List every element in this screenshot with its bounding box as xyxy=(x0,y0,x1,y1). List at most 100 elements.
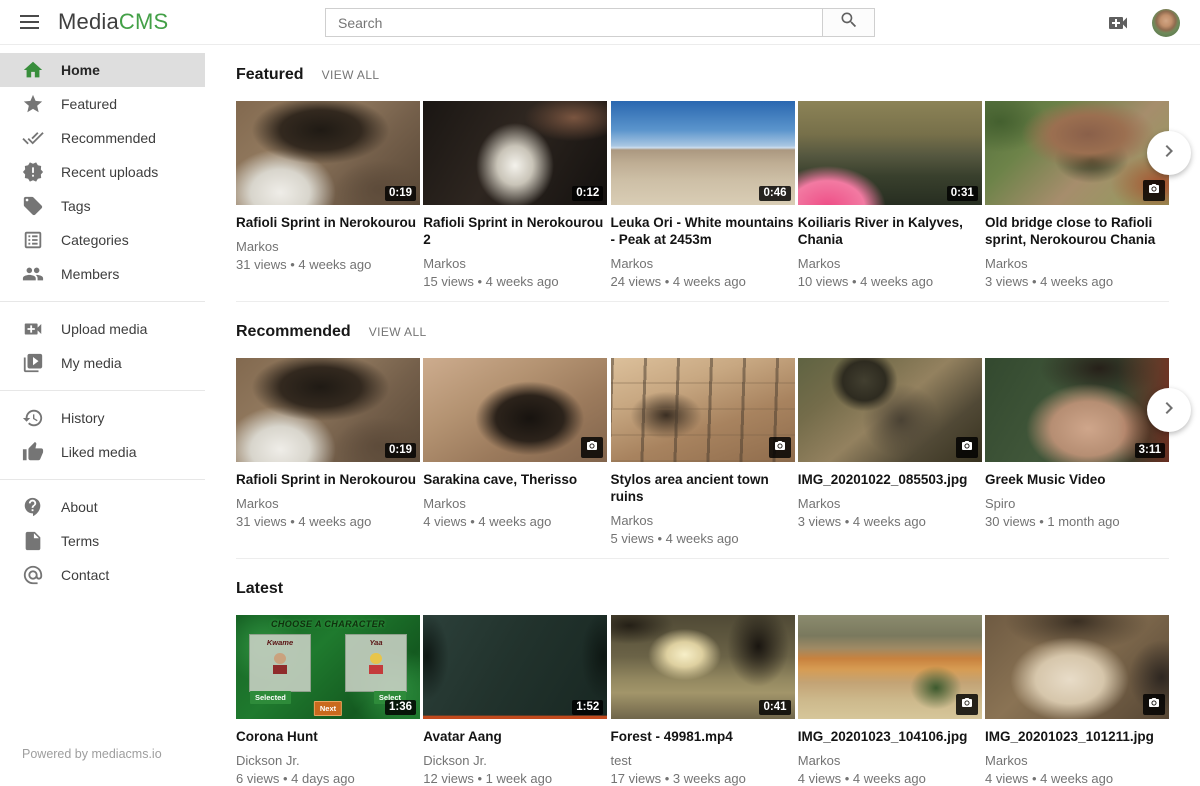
media-card: Stylos area ancient town ruins Markos 5 vi… xyxy=(611,358,795,546)
search-input[interactable] xyxy=(325,8,822,37)
media-title[interactable]: IMG_20201023_101211.jpg xyxy=(985,728,1169,745)
media-thumbnail[interactable] xyxy=(611,358,795,462)
sidebar-item-my-media[interactable]: My media xyxy=(0,346,205,380)
photo-badge xyxy=(581,437,603,459)
media-author[interactable]: Markos xyxy=(423,256,607,271)
search-button[interactable] xyxy=(822,8,875,37)
star-icon xyxy=(22,93,44,115)
media-title[interactable]: Leuka Ori - White mountains - Peak at 24… xyxy=(611,214,795,248)
media-thumbnail[interactable] xyxy=(985,101,1169,205)
sidebar-item-label: Tags xyxy=(61,198,91,214)
sidebar-item-contact[interactable]: Contact xyxy=(0,558,205,592)
media-thumbnail[interactable]: CHOOSE A CHARACTERKwameYaaSelectedNextSe… xyxy=(236,615,420,719)
media-author[interactable]: Markos xyxy=(798,753,982,768)
media-card: 0:31 Koiliaris River in Kalyves, Chania Ma… xyxy=(798,101,982,289)
selected-button-label: Selected xyxy=(250,691,291,704)
chevron-right-icon xyxy=(1157,396,1181,425)
sidebar-item-categories[interactable]: Categories xyxy=(0,223,205,257)
duration-badge: 3:11 xyxy=(1135,443,1165,459)
media-author[interactable]: Dickson Jr. xyxy=(423,753,607,768)
media-card: 0:46 Leuka Ori - White mountains - Peak a… xyxy=(611,101,795,289)
avatar[interactable] xyxy=(1152,9,1180,37)
media-author[interactable]: Markos xyxy=(611,513,795,528)
media-title[interactable]: Corona Hunt xyxy=(236,728,420,745)
media-author[interactable]: Dickson Jr. xyxy=(236,753,420,768)
media-meta: 15 views • 4 weeks ago xyxy=(423,274,607,289)
photo-badge xyxy=(1143,180,1165,202)
media-thumbnail[interactable]: 0:46 xyxy=(611,101,795,205)
media-meta: 10 views • 4 weeks ago xyxy=(798,274,982,289)
media-title[interactable]: Koiliaris River in Kalyves, Chania xyxy=(798,214,982,248)
media-meta: 5 views • 4 weeks ago xyxy=(611,531,795,546)
help-icon xyxy=(22,496,44,518)
thumb-up-icon xyxy=(22,441,44,463)
media-thumbnail[interactable]: 0:19 xyxy=(236,358,420,462)
sidebar-item-upload-media[interactable]: Upload media xyxy=(0,312,205,346)
media-author[interactable]: Spiro xyxy=(985,496,1169,511)
media-card: IMG_20201022_085503.jpgMarkos3 views • 4… xyxy=(798,358,982,529)
media-author[interactable]: Markos xyxy=(236,239,420,254)
media-title[interactable]: Old bridge close to Rafioli sprint, Nero… xyxy=(985,214,1169,248)
sidebar-item-label: Recent uploads xyxy=(61,164,158,180)
camera-icon xyxy=(774,440,786,456)
media-card: IMG_20201023_104106.jpgMarkos4 views • 4… xyxy=(798,615,982,786)
upload-media-icon[interactable] xyxy=(1106,11,1130,35)
media-thumbnail[interactable]: 1:52 xyxy=(423,615,607,719)
media-thumbnail[interactable]: 0:31 xyxy=(798,101,982,205)
tag-icon xyxy=(22,195,44,217)
next-button[interactable] xyxy=(1147,131,1191,175)
media-thumbnail[interactable] xyxy=(798,615,982,719)
sidebar-item-members[interactable]: Members xyxy=(0,257,205,291)
sidebar-item-label: Liked media xyxy=(61,444,137,460)
media-title[interactable]: Rafioli Sprint in Nerokourou xyxy=(236,214,420,231)
media-thumbnail[interactable]: 0:41 xyxy=(611,615,795,719)
sidebar-item-label: Home xyxy=(61,62,100,78)
media-meta: 24 views • 4 weeks ago xyxy=(611,274,795,289)
media-author[interactable]: test xyxy=(611,753,795,768)
media-title[interactable]: Sarakina cave, Therisso xyxy=(423,471,607,488)
media-thumbnail[interactable] xyxy=(798,358,982,462)
sidebar-item-featured[interactable]: Featured xyxy=(0,87,205,121)
next-button[interactable] xyxy=(1147,388,1191,432)
media-title[interactable]: Greek Music Video xyxy=(985,471,1169,488)
media-thumbnail[interactable]: 3:11 xyxy=(985,358,1169,462)
sidebar-item-recent-uploads[interactable]: Recent uploads xyxy=(0,155,205,189)
view-all-link[interactable]: VIEW ALL xyxy=(322,68,380,82)
media-author[interactable]: Markos xyxy=(423,496,607,511)
media-thumbnail[interactable] xyxy=(985,615,1169,719)
sidebar-item-label: Categories xyxy=(61,232,129,248)
sidebar-item-liked-media[interactable]: Liked media xyxy=(0,435,205,469)
media-title[interactable]: Forest - 49981.mp4 xyxy=(611,728,795,745)
media-author[interactable]: Markos xyxy=(611,256,795,271)
media-thumbnail[interactable]: 0:19 xyxy=(236,101,420,205)
sidebar-item-label: Featured xyxy=(61,96,117,112)
media-title[interactable]: Avatar Aang xyxy=(423,728,607,745)
sidebar-item-home[interactable]: Home xyxy=(0,53,205,87)
media-meta: 3 views • 4 weeks ago xyxy=(985,274,1169,289)
media-title[interactable]: Stylos area ancient town ruins xyxy=(611,471,795,505)
view-all-link[interactable]: VIEW ALL xyxy=(369,325,427,339)
sidebar-nav: Home Featured Recommended Recent uploads Tag… xyxy=(0,53,205,592)
sidebar-item-terms[interactable]: Terms xyxy=(0,524,205,558)
sidebar-item-recommended[interactable]: Recommended xyxy=(0,121,205,155)
media-title[interactable]: Rafioli Sprint in Nerokourou xyxy=(236,471,420,488)
photo-badge xyxy=(956,437,978,459)
media-title[interactable]: IMG_20201022_085503.jpg xyxy=(798,471,982,488)
media-author[interactable]: Markos xyxy=(985,256,1169,271)
media-author[interactable]: Markos xyxy=(236,496,420,511)
media-thumbnail[interactable] xyxy=(423,358,607,462)
sidebar-item-about[interactable]: About xyxy=(0,490,205,524)
media-title[interactable]: IMG_20201023_104106.jpg xyxy=(798,728,982,745)
menu-icon[interactable] xyxy=(20,15,39,29)
sidebar-item-tags[interactable]: Tags xyxy=(0,189,205,223)
logo[interactable]: MediaCMS xyxy=(58,9,168,35)
media-card: Sarakina cave, TherissoMarkos4 views • 4… xyxy=(423,358,607,529)
sidebar-item-history[interactable]: History xyxy=(0,401,205,435)
media-author[interactable]: Markos xyxy=(798,256,982,271)
character-panel-left: Kwame xyxy=(249,634,311,692)
media-author[interactable]: Markos xyxy=(798,496,982,511)
duration-badge: 0:19 xyxy=(385,443,416,459)
media-author[interactable]: Markos xyxy=(985,753,1169,768)
media-title[interactable]: Rafioli Sprint in Nerokourou 2 xyxy=(423,214,607,248)
media-thumbnail[interactable]: 0:12 xyxy=(423,101,607,205)
